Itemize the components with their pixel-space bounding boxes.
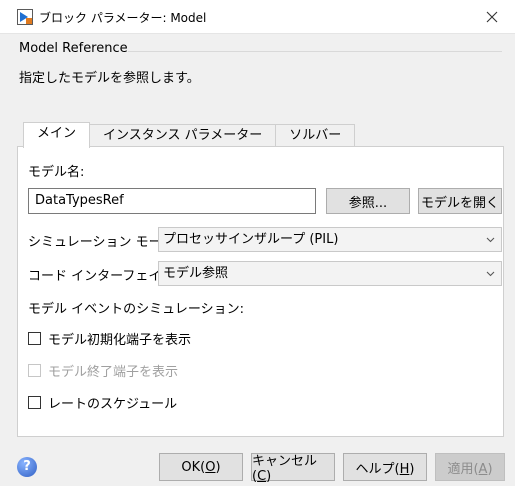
ok-button-label: OK(O) [181,459,221,475]
show-term-port-label: モデル終了端子を表示 [48,365,179,380]
cancel-button-label: キャンセル(C) [252,454,318,484]
block-description: 指定したモデルを参照します。 [19,71,200,86]
simulation-mode-label: シミュレーション モード: [28,235,179,250]
model-events-label: モデル イベントのシミュレーション: [28,302,244,317]
section-divider [128,51,502,52]
show-init-port-checkbox[interactable] [28,332,41,345]
tab-bar: メイン インスタンス パラメーター ソルバー [23,122,356,148]
simulink-block-icon [17,9,33,25]
tab-solver[interactable]: ソルバー [275,124,356,148]
schedule-rates-checkbox[interactable] [28,396,41,409]
schedule-rates-label[interactable]: レートのスケジュール [48,393,177,412]
help-button[interactable]: ヘルプ(H) [343,453,427,481]
apply-button-label: 適用(A) [447,461,493,477]
simulation-mode-dropdown[interactable]: プロセッサインザループ (PIL) [158,227,502,252]
tab-instance-parameters[interactable]: インスタンス パラメーター [89,124,277,148]
model-name-label: モデル名: [28,165,85,180]
title-bar: ブロック パラメーター: Model [0,0,515,34]
section-title: Model Reference [19,41,128,56]
help-button-label: ヘルプ(H) [355,461,415,477]
ok-button[interactable]: OK(O) [159,453,243,481]
chevron-down-icon [486,237,495,243]
browse-button[interactable]: 参照... [326,188,410,214]
code-interface-label: コード インターフェイス: [28,269,179,284]
open-model-button[interactable]: モデルを開く [418,188,502,214]
code-interface-value: モデル参照 [163,266,229,281]
apply-button: 適用(A) [435,453,505,481]
close-button[interactable] [469,0,515,34]
code-interface-dropdown[interactable]: モデル参照 [158,261,502,286]
simulation-mode-value: プロセッサインザループ (PIL) [163,232,339,247]
model-name-input[interactable]: DataTypesRef [28,188,316,214]
cancel-button[interactable]: キャンセル(C) [251,453,335,484]
window-title: ブロック パラメーター: Model [39,11,207,25]
help-icon[interactable]: ? [17,457,37,477]
show-term-port-checkbox [28,364,41,377]
chevron-down-icon [486,271,495,277]
close-icon [486,11,498,23]
show-init-port-label[interactable]: モデル初期化端子を表示 [48,329,191,348]
tab-main[interactable]: メイン [23,122,91,148]
